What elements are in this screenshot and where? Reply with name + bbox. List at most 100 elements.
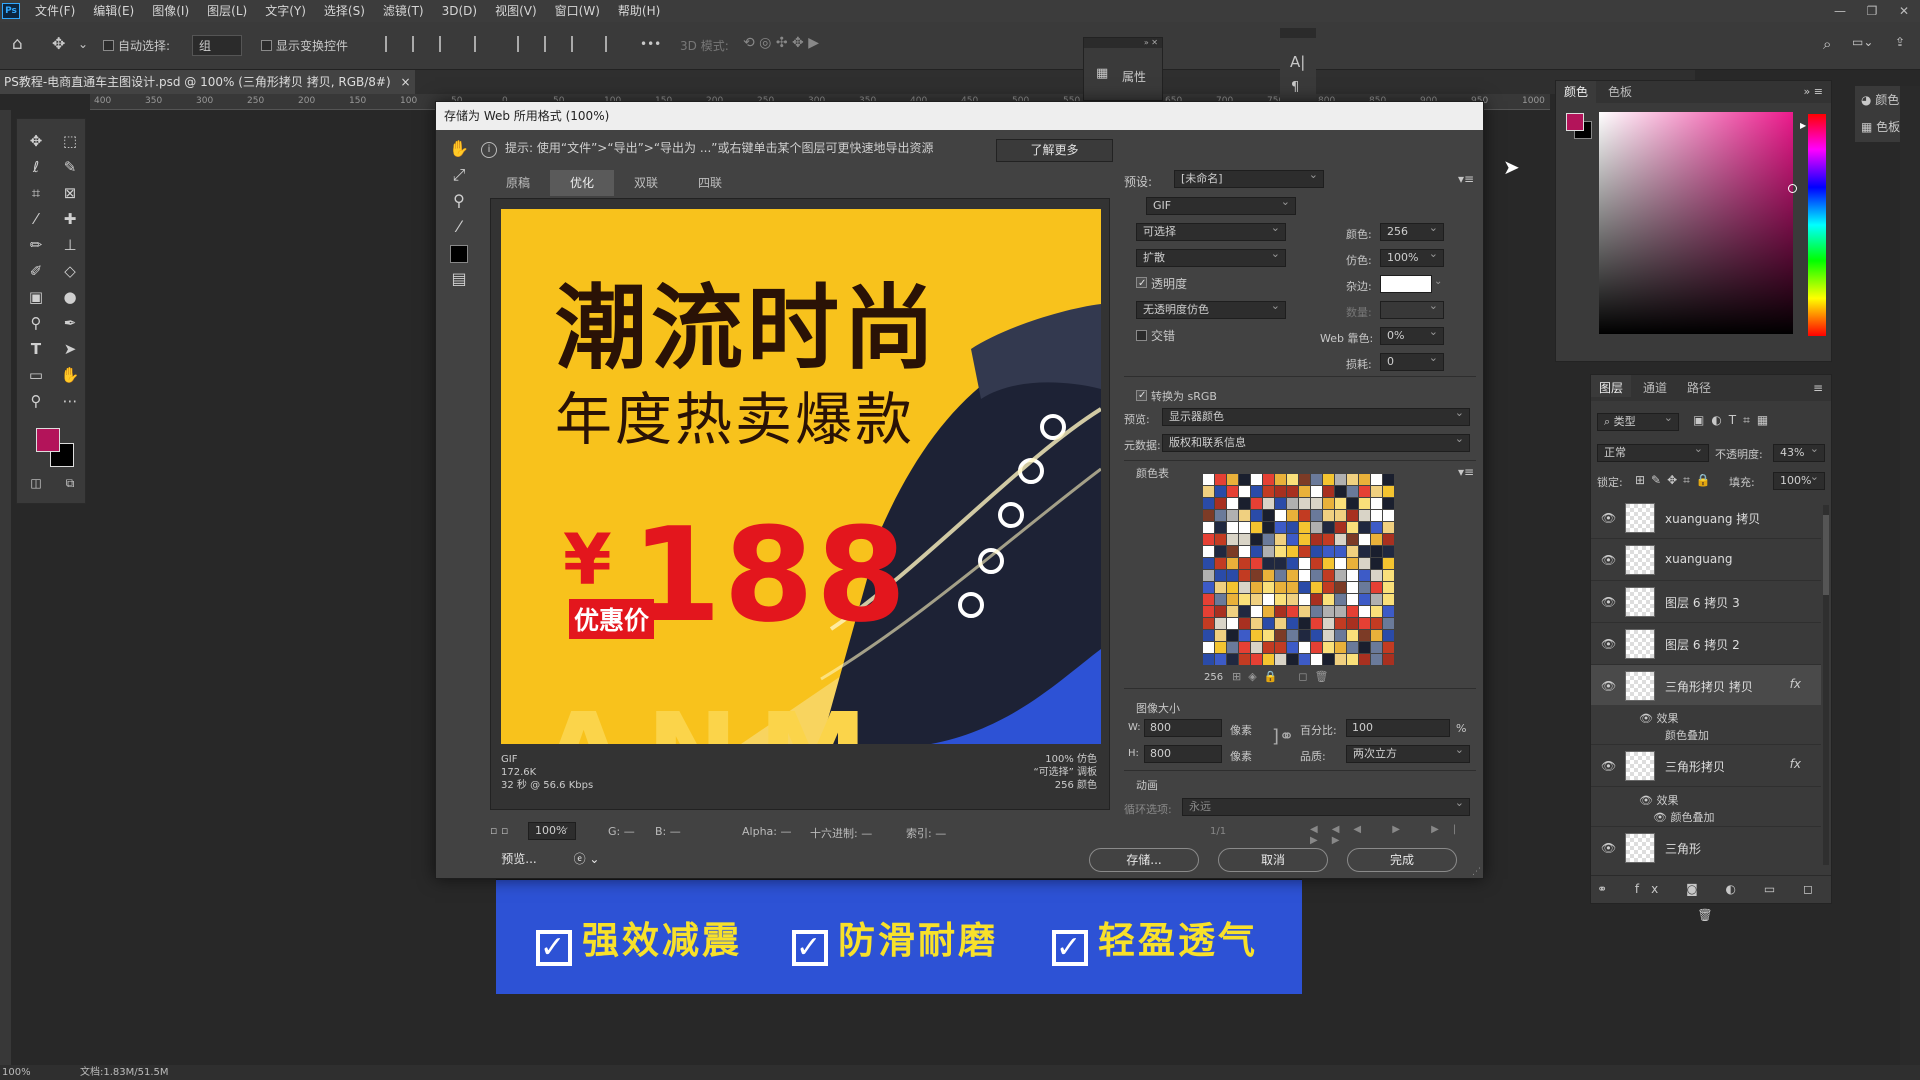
- close-tab-icon[interactable]: ×: [400, 75, 410, 89]
- color-table-swatch[interactable]: [1239, 558, 1250, 569]
- color-table-swatch[interactable]: [1227, 642, 1238, 653]
- align-middle-icon[interactable]: [544, 36, 558, 52]
- color-table-swatch[interactable]: [1311, 582, 1322, 593]
- color-table-swatch[interactable]: [1311, 486, 1322, 497]
- color-table-swatch[interactable]: [1383, 534, 1394, 545]
- dodge-tool-icon[interactable]: ⚲: [23, 311, 49, 335]
- panel-header-icons[interactable]: » ✕: [1084, 38, 1162, 48]
- matte-chevron-icon[interactable]: ⌄: [1434, 276, 1442, 287]
- color-table-swatch[interactable]: [1275, 546, 1286, 557]
- color-table-swatch[interactable]: [1371, 618, 1382, 629]
- menu-select[interactable]: 选择(S): [315, 0, 374, 22]
- format-dropdown[interactable]: GIF: [1146, 194, 1296, 215]
- quick-mask-icon[interactable]: ◫: [23, 471, 49, 495]
- lasso-tool-icon[interactable]: ℓ: [23, 155, 49, 179]
- slice-select-tool-icon[interactable]: ⤢: [446, 162, 472, 188]
- color-table-swatch[interactable]: [1275, 654, 1286, 665]
- color-table-swatch[interactable]: [1239, 534, 1250, 545]
- color-table-swatch[interactable]: [1287, 594, 1298, 605]
- color-table-swatch[interactable]: [1359, 654, 1370, 665]
- color-table-swatch[interactable]: [1203, 618, 1214, 629]
- color-table-swatch[interactable]: [1323, 630, 1334, 641]
- color-table-swatch[interactable]: [1371, 558, 1382, 569]
- layer-row[interactable]: 👁 xuanguang 拷贝: [1591, 497, 1821, 539]
- align-right-icon[interactable]: [439, 36, 453, 52]
- tab-color[interactable]: 颜色: [1556, 81, 1597, 103]
- color-table-swatch[interactable]: [1347, 642, 1358, 653]
- color-table-tools-icons[interactable]: ⊞ ◈ 🔒 ◻ 🗑: [1232, 670, 1328, 683]
- resize-grip-icon[interactable]: ⋰: [1472, 867, 1481, 877]
- color-table-swatch[interactable]: [1383, 498, 1394, 509]
- color-table-swatch[interactable]: [1347, 594, 1358, 605]
- panel-foreground-swatch[interactable]: [1566, 113, 1584, 131]
- color-table-swatch[interactable]: [1227, 474, 1238, 485]
- color-table-swatch[interactable]: [1299, 474, 1310, 485]
- color-table-swatch[interactable]: [1227, 606, 1238, 617]
- color-table-swatch[interactable]: [1227, 486, 1238, 497]
- layer-row[interactable]: 👁 三角形拷贝 fx: [1591, 745, 1821, 787]
- color-table-swatch[interactable]: [1251, 654, 1262, 665]
- convert-srgb-checkbox[interactable]: 转换为 sRGB: [1136, 388, 1217, 404]
- color-table-swatch[interactable]: [1299, 534, 1310, 545]
- color-table-swatch[interactable]: [1287, 486, 1298, 497]
- color-table-swatch[interactable]: [1275, 582, 1286, 593]
- color-table-swatch[interactable]: [1215, 546, 1226, 557]
- crop-tool-icon[interactable]: ⌗: [23, 181, 49, 205]
- color-table-grid[interactable]: [1203, 474, 1399, 670]
- toggle-slices-icon[interactable]: ▤: [446, 266, 472, 292]
- color-table-swatch[interactable]: [1239, 654, 1250, 665]
- brush-tool-icon[interactable]: ✏: [23, 233, 49, 257]
- color-table-swatch[interactable]: [1323, 522, 1334, 533]
- color-table-swatch[interactable]: [1371, 522, 1382, 533]
- color-table-swatch[interactable]: [1251, 582, 1262, 593]
- color-table-swatch[interactable]: [1287, 582, 1298, 593]
- color-table-swatch[interactable]: [1287, 630, 1298, 641]
- opacity-input[interactable]: 43%: [1773, 441, 1825, 462]
- panel-menu-icon[interactable]: » ≡: [1804, 85, 1823, 98]
- color-table-swatch[interactable]: [1335, 546, 1346, 557]
- pen-tool-icon[interactable]: ✒: [57, 311, 83, 335]
- layers-footer-icons[interactable]: ⚭ fx ◙ ◐ ▭ ◻ 🗑: [1591, 875, 1831, 922]
- color-table-swatch[interactable]: [1203, 546, 1214, 557]
- color-table-swatch[interactable]: [1371, 510, 1382, 521]
- visibility-eye-icon[interactable]: 👁: [1601, 553, 1616, 567]
- color-table-swatch[interactable]: [1311, 594, 1322, 605]
- color-table-swatch[interactable]: [1251, 522, 1262, 533]
- color-table-swatch[interactable]: [1299, 570, 1310, 581]
- color-table-swatch[interactable]: [1359, 570, 1370, 581]
- menu-file[interactable]: 文件(F): [26, 0, 84, 22]
- eraser-tool-icon[interactable]: ◇: [57, 259, 83, 283]
- color-table-swatch[interactable]: [1383, 558, 1394, 569]
- layers-menu-icon[interactable]: ≡: [1813, 381, 1823, 395]
- color-table-swatch[interactable]: [1347, 630, 1358, 641]
- eyedropper-tool-icon[interactable]: ⁄: [23, 207, 49, 231]
- color-table-swatch[interactable]: [1227, 582, 1238, 593]
- color-table-swatch[interactable]: [1383, 582, 1394, 593]
- layer-row[interactable]: 👁 图层 6 拷贝 2: [1591, 623, 1821, 665]
- color-table-swatch[interactable]: [1215, 486, 1226, 497]
- healing-tool-icon[interactable]: ✚: [57, 207, 83, 231]
- color-table-swatch[interactable]: [1263, 594, 1274, 605]
- color-table-swatch[interactable]: [1203, 558, 1214, 569]
- color-table-swatch[interactable]: [1203, 594, 1214, 605]
- menu-filter[interactable]: 滤镜(T): [374, 0, 433, 22]
- color-table-swatch[interactable]: [1311, 654, 1322, 665]
- color-table-swatch[interactable]: [1359, 546, 1370, 557]
- menu-view[interactable]: 视图(V): [486, 0, 546, 22]
- color-table-swatch[interactable]: [1203, 534, 1214, 545]
- color-table-swatch[interactable]: [1263, 606, 1274, 617]
- visibility-eye-icon[interactable]: 👁: [1601, 679, 1616, 693]
- hand-tool-icon[interactable]: ✋: [57, 363, 83, 387]
- visibility-eye-icon[interactable]: 👁: [1601, 595, 1616, 609]
- color-table-swatch[interactable]: [1311, 618, 1322, 629]
- menu-help[interactable]: 帮助(H): [609, 0, 669, 22]
- color-table-swatch[interactable]: [1263, 558, 1274, 569]
- color-table-swatch[interactable]: [1215, 510, 1226, 521]
- color-table-swatch[interactable]: [1347, 522, 1358, 533]
- color-table-swatch[interactable]: [1347, 510, 1358, 521]
- color-table-swatch[interactable]: [1251, 570, 1262, 581]
- color-table-swatch[interactable]: [1335, 570, 1346, 581]
- filter-type-icons[interactable]: ▣◐T⌗▦: [1693, 413, 1775, 428]
- color-table-swatch[interactable]: [1263, 498, 1274, 509]
- zoom-dropdown[interactable]: 100%: [528, 819, 576, 840]
